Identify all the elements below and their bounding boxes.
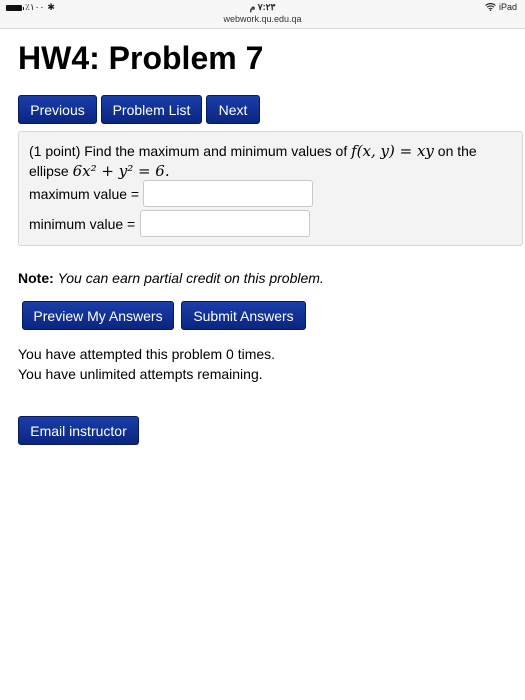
max-value-field[interactable] <box>143 180 313 207</box>
device-name: iPad <box>498 2 517 12</box>
note-text: You can earn partial credit on this prob… <box>57 270 324 286</box>
status-bar: ٪١٠٠ ✱ ٧:٢٣ م webwork.qu.edu.qa iPad <box>0 0 525 29</box>
note-label: Note: <box>18 270 54 286</box>
note: Note: You can earn partial credit on thi… <box>18 270 324 286</box>
address-bar[interactable]: webwork.qu.edu.qa <box>0 14 525 24</box>
status-right: iPad <box>485 2 517 12</box>
previous-button[interactable]: Previous <box>18 95 97 124</box>
function-expression: f(x, y) = xy <box>351 142 434 160</box>
max-value-label: maximum value = <box>29 186 140 202</box>
email-instructor-button[interactable]: Email instructor <box>18 416 139 445</box>
problem-list-button[interactable]: Problem List <box>101 95 202 124</box>
ellipse-equation: 6x² + y² = 6. <box>72 162 170 180</box>
page-title: HW4: Problem 7 <box>18 40 264 76</box>
problem-statement-line2: ellipse 6x² + y² = 6. <box>29 162 170 180</box>
attempts-count: You have attempted this problem 0 times. <box>18 346 276 362</box>
status-time: ٧:٢٣ م <box>249 2 276 12</box>
attempts-remaining: You have unlimited attempts remaining. <box>18 366 263 382</box>
submit-answers-button[interactable]: Submit Answers <box>181 301 306 330</box>
ellipse-word: ellipse <box>29 163 69 179</box>
preview-answers-button[interactable]: Preview My Answers <box>22 301 174 330</box>
wifi-icon <box>485 3 496 11</box>
problem-on-the: on the <box>437 143 477 159</box>
next-button[interactable]: Next <box>206 95 260 124</box>
problem-box: (1 point) Find the maximum and minimum v… <box>18 131 523 246</box>
min-value-field[interactable] <box>140 210 310 237</box>
problem-intro: (1 point) Find the maximum and minimum v… <box>29 143 348 159</box>
min-value-label: minimum value = <box>29 216 136 232</box>
problem-statement-line1: (1 point) Find the maximum and minimum v… <box>29 142 477 160</box>
